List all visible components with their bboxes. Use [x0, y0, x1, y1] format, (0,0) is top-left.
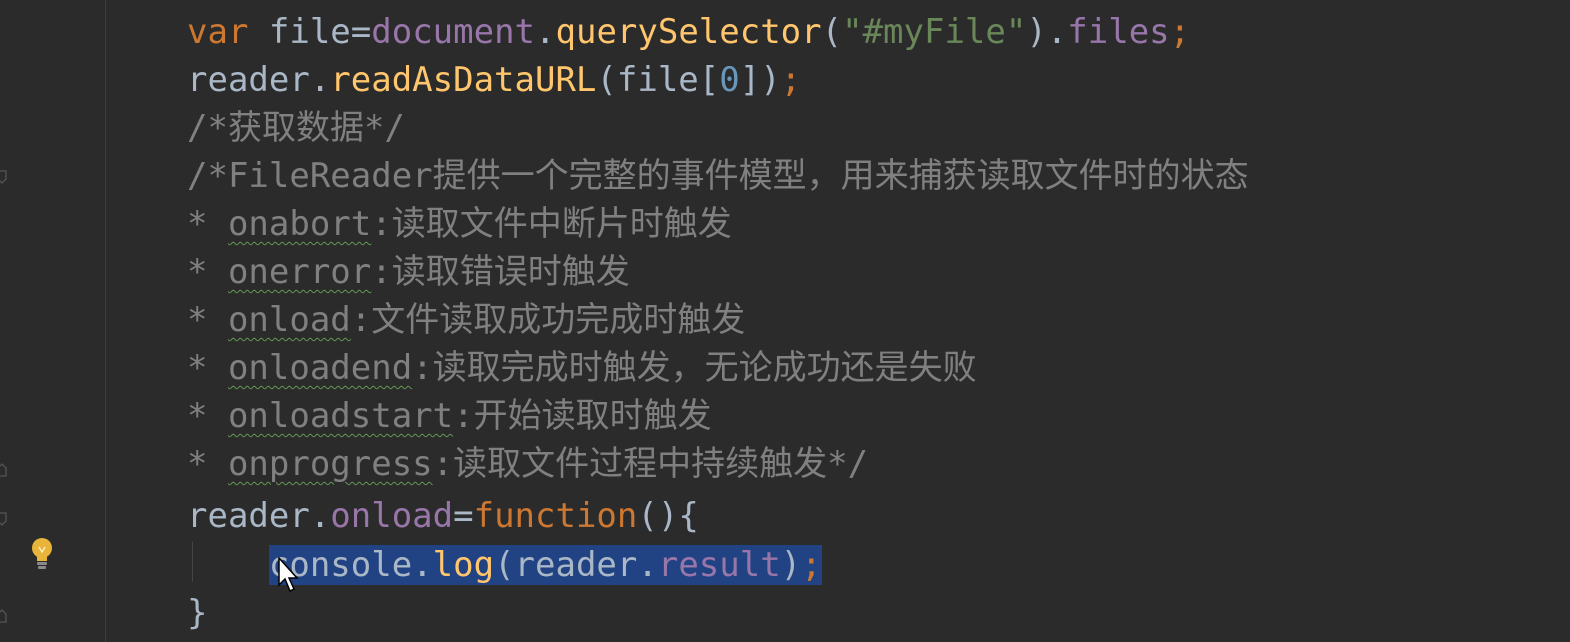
property: onload	[330, 496, 454, 536]
global-object: document	[371, 12, 536, 52]
event-name: onerror	[227, 252, 372, 292]
comment-event-line[interactable]: * onprogress:读取文件过程中持续触发*/	[187, 440, 868, 488]
argument: ])	[739, 60, 781, 100]
event-description: :文件读取成功完成时触发	[350, 300, 746, 340]
number-literal: 0	[719, 60, 740, 100]
code-line-2[interactable]: reader.readAsDataURL(file[0]);	[187, 56, 801, 104]
keyword: var	[187, 12, 249, 52]
comment-event-line[interactable]: * onloadstart:开始读取时触发	[187, 392, 712, 440]
semicolon: ;	[801, 545, 822, 585]
code-editor[interactable]: var file=document.querySelector("#myFile…	[0, 0, 1570, 642]
identifier: reader.	[187, 60, 331, 100]
code-line-13[interactable]: }	[187, 589, 207, 637]
identifier: reader.	[187, 496, 331, 536]
paren: )	[780, 545, 802, 585]
method-name: readAsDataURL	[330, 60, 597, 100]
event-description: :读取文件过程中持续触发*/	[432, 444, 869, 484]
string-literal: "#myFile"	[842, 12, 1027, 52]
comment-star: *	[187, 348, 228, 388]
comment-star: *	[187, 300, 228, 340]
paren: (	[821, 12, 843, 52]
code-line-1[interactable]: var file=document.querySelector("#myFile…	[187, 8, 1190, 56]
comment-star: *	[187, 396, 228, 436]
event-description: :开始读取时触发	[453, 396, 712, 436]
semicolon: ;	[1169, 12, 1191, 52]
method-name: log	[432, 545, 495, 585]
comment-event-line[interactable]: * onerror:读取错误时触发	[187, 248, 630, 296]
comment-star: *	[187, 444, 228, 484]
code-area[interactable]: var file=document.querySelector("#myFile…	[0, 0, 1570, 642]
operator: =	[453, 496, 474, 536]
identifier: file=	[248, 12, 372, 52]
argument: (file[	[596, 60, 720, 100]
comment-event-line[interactable]: * onabort:读取文件中断片时触发	[187, 200, 732, 248]
comment-line[interactable]: /*FileReader提供一个完整的事件模型，用来捕获读取文件时的状态	[187, 152, 1249, 200]
comment-line[interactable]: /*获取数据*/	[187, 104, 405, 152]
selected-text[interactable]: console.log(reader.result);	[268, 545, 822, 585]
argument: (reader.	[494, 545, 658, 585]
code-line-11[interactable]: reader.onload=function(){	[187, 492, 699, 540]
event-name: onprogress	[227, 444, 433, 484]
dot: .	[535, 12, 556, 52]
event-name: onloadend	[227, 348, 413, 388]
event-name: onloadstart	[227, 396, 454, 436]
method-name: querySelector	[555, 12, 822, 52]
mouse-cursor-icon	[278, 556, 300, 595]
paren: ).	[1026, 12, 1068, 52]
property: files	[1067, 12, 1170, 52]
semicolon: ;	[780, 60, 802, 100]
comment-event-line[interactable]: * onload:文件读取成功完成时触发	[187, 296, 745, 344]
comment-star: *	[187, 252, 228, 292]
event-name: onload	[227, 300, 351, 340]
comment-event-line[interactable]: * onloadend:读取完成时触发，无论成功还是失败	[187, 344, 977, 392]
property: result	[657, 545, 781, 585]
comment-star: *	[187, 204, 228, 244]
paren: (){	[637, 496, 699, 536]
event-name: onabort	[227, 204, 372, 244]
event-description: :读取错误时触发	[371, 252, 630, 292]
keyword: function	[473, 496, 638, 536]
event-description: :读取文件中断片时触发	[371, 204, 732, 244]
event-description: :读取完成时触发，无论成功还是失败	[412, 348, 977, 388]
